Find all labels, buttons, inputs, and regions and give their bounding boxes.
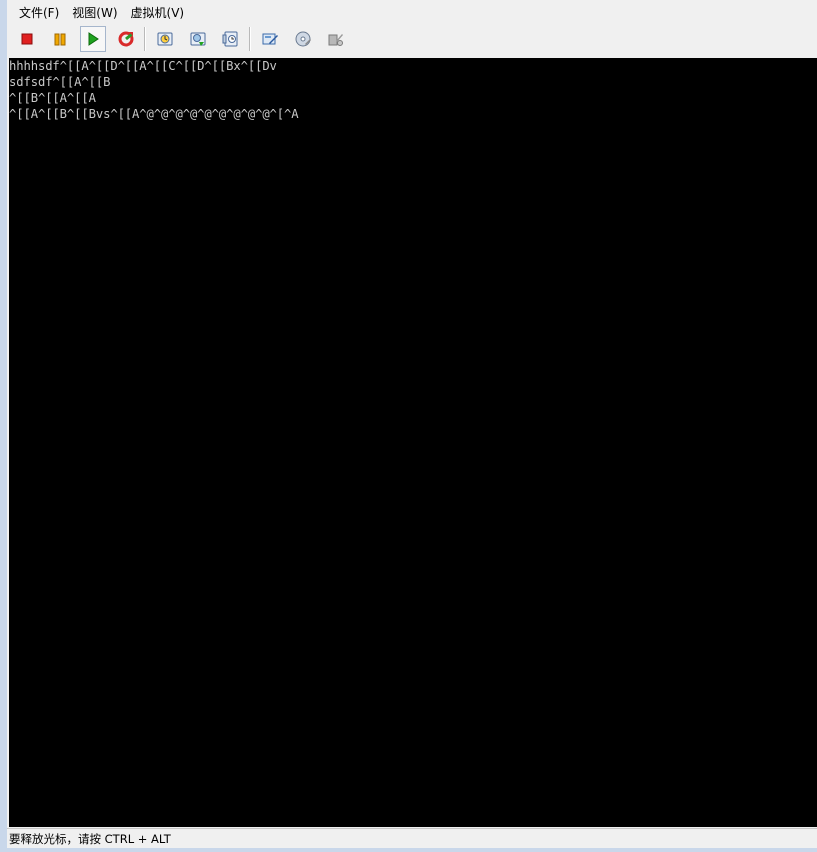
status-bar: 要释放光标，请按 CTRL + ALT [7, 828, 817, 848]
snapshot-icon [157, 32, 173, 46]
console-output: hhhhsdf^[[A^[[D^[[A^[[C^[[D^[[Bx^[[Dv sd… [9, 58, 817, 122]
vm-console-screen[interactable]: hhhhsdf^[[A^[[D^[[A^[[C^[[D^[[Bx^[[Dv sd… [9, 58, 817, 827]
status-text: 要释放光标，请按 CTRL + ALT [9, 831, 171, 846]
toolbar [7, 24, 817, 54]
take-snapshot-button[interactable] [152, 26, 178, 52]
pause-icon [54, 33, 66, 46]
console-line: ^[[B^[[A^[[A [9, 91, 96, 105]
tools-icon [328, 34, 343, 46]
window-bottom-border [7, 848, 817, 852]
menu-bar: 文件(F) 视图(W) 虚拟机(V) [7, 2, 817, 22]
snapshot-restore-icon [190, 32, 206, 46]
toolbar-separator [144, 27, 146, 51]
console-line: hhhhsdf^[[A^[[D^[[A^[[C^[[D^[[Bx^[[Dv [9, 59, 277, 73]
vmware-tools-button[interactable] [323, 26, 349, 52]
menu-file[interactable]: 文件(F) [18, 3, 60, 22]
reset-button[interactable] [113, 26, 139, 52]
menu-view[interactable]: 视图(W) [71, 3, 118, 22]
console-line: sdfsdf^[[A^[[B [9, 75, 111, 89]
vm-settings-button[interactable] [257, 26, 283, 52]
settings-icon [262, 33, 278, 45]
snapshot-manager-icon [222, 31, 238, 47]
cd-icon [295, 31, 311, 47]
play-icon [88, 32, 99, 46]
menu-vm[interactable]: 虚拟机(V) [130, 3, 186, 22]
reset-icon [118, 31, 134, 47]
removable-devices-button[interactable] [290, 26, 316, 52]
vm-window: 文件(F) 视图(W) 虚拟机(V) hhhhsdf^[[A^[[D^[[A^[… [0, 0, 817, 852]
snapshot-manager-button[interactable] [218, 26, 244, 52]
revert-snapshot-button[interactable] [185, 26, 211, 52]
power-off-button[interactable] [14, 26, 40, 52]
suspend-button[interactable] [47, 26, 73, 52]
power-on-button[interactable] [80, 26, 106, 52]
stop-icon [21, 33, 33, 45]
toolbar-separator [249, 27, 251, 51]
console-line: ^[[A^[[B^[[Bvs^[[A^@^@^@^@^@^@^@^@^@^[^A [9, 107, 299, 121]
